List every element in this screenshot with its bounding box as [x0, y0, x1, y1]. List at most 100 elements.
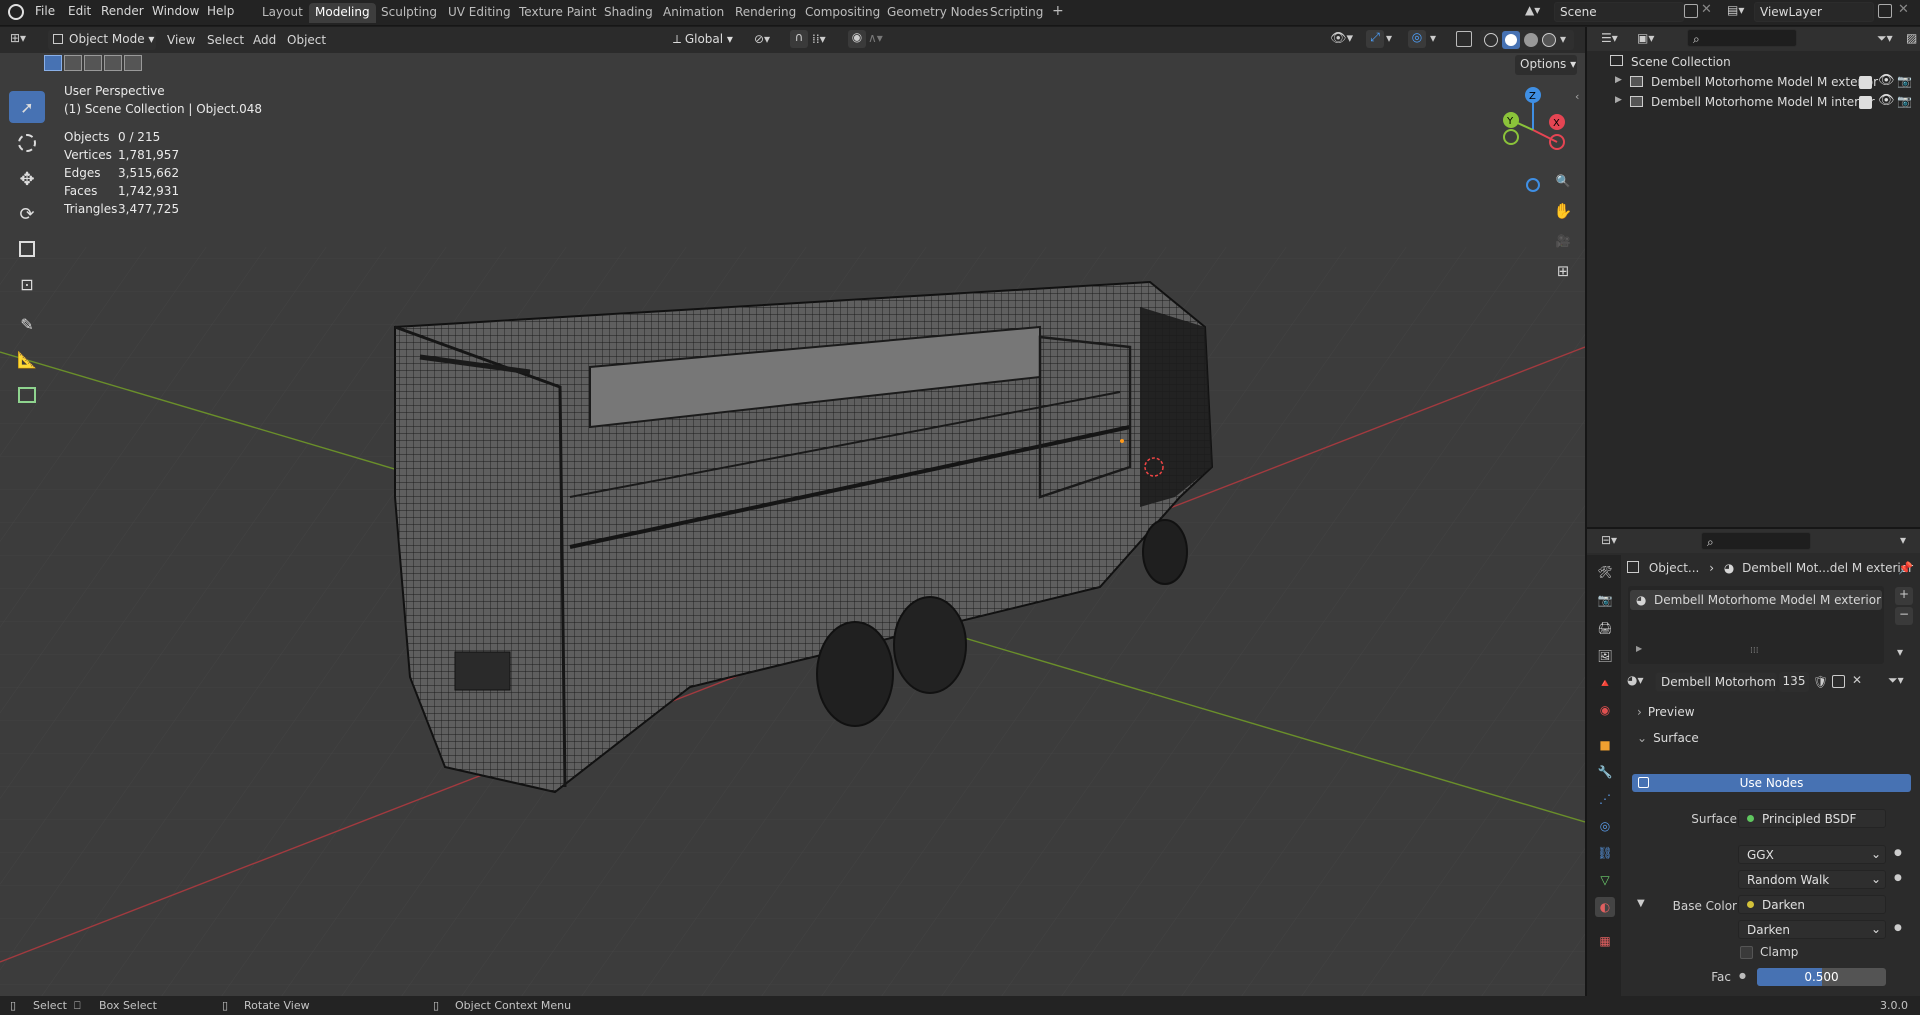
overlays-menu-icon[interactable]: ▾: [1430, 31, 1436, 45]
exclude-checkbox[interactable]: [1859, 76, 1872, 89]
menu-file[interactable]: File: [35, 4, 55, 18]
eye-icon[interactable]: 👁: [1878, 93, 1895, 108]
properties-editor-icon[interactable]: ⊟▾: [1601, 533, 1617, 547]
list-expand-icon[interactable]: ▶: [1636, 644, 1642, 653]
move-tool[interactable]: ✥: [9, 163, 45, 195]
new-view-layer-icon[interactable]: [1878, 4, 1892, 18]
clamp-checkbox[interactable]: [1740, 946, 1753, 959]
tab-render[interactable]: 📷: [1595, 590, 1615, 610]
tab-scripting[interactable]: Scripting: [984, 3, 1049, 23]
outliner-editor-icon[interactable]: ☰▾: [1601, 31, 1618, 45]
render-camera-icon[interactable]: 📷: [1897, 94, 1912, 108]
pin-icon[interactable]: 📌: [1898, 561, 1913, 575]
gizmo-menu-icon[interactable]: ▾: [1386, 31, 1392, 45]
tab-physics[interactable]: ◎: [1595, 816, 1615, 836]
fake-user-shield-icon[interactable]: 🛡: [1813, 675, 1828, 689]
add-cube-tool[interactable]: [9, 379, 45, 411]
tab-animation[interactable]: Animation: [657, 3, 730, 23]
render-camera-icon[interactable]: 📷: [1897, 74, 1912, 88]
scene-icon[interactable]: ▲▾: [1525, 3, 1547, 23]
options-dropdown[interactable]: Options ▾: [1515, 55, 1577, 75]
wireframe-shading-icon[interactable]: [1484, 33, 1498, 47]
surface-shader-field[interactable]: Principled BSDF: [1738, 809, 1886, 828]
scene-name-field[interactable]: Scene: [1554, 2, 1684, 22]
menu-window[interactable]: Window: [152, 4, 199, 18]
expand-arrow-icon[interactable]: ▶: [1615, 75, 1622, 85]
tab-shading[interactable]: Shading: [598, 3, 659, 23]
slot-specials-icon[interactable]: ▾: [1897, 645, 1903, 659]
rotate-tool[interactable]: ⟳: [9, 198, 45, 230]
tab-geometry-nodes[interactable]: Geometry Nodes: [881, 3, 994, 23]
properties-options-icon[interactable]: ▾: [1900, 533, 1906, 547]
cursor-tool[interactable]: [9, 127, 45, 159]
rendered-shading-icon[interactable]: [1542, 33, 1556, 47]
view-layer-field[interactable]: ViewLayer: [1754, 2, 1874, 22]
outliner-item[interactable]: ▶ Dembell Motorhome Model M interior 👁 📷: [1587, 92, 1920, 112]
eye-icon[interactable]: 👁: [1878, 73, 1895, 88]
pivot-icon[interactable]: ⊘▾: [754, 32, 770, 46]
tab-texture[interactable]: ▦: [1595, 931, 1615, 951]
tab-data[interactable]: ▽: [1595, 870, 1615, 890]
blend-mode-dropdown[interactable]: Darken ⌄: [1738, 920, 1886, 939]
orientation-dropdown[interactable]: ⟂ Global ▾: [668, 30, 746, 50]
preview-panel-header[interactable]: › Preview: [1627, 701, 1917, 725]
view-layer-icon[interactable]: ▤▾: [1727, 3, 1749, 23]
select-new-icon[interactable]: [44, 55, 62, 71]
fac-slider[interactable]: 0.500: [1757, 968, 1886, 986]
subsurface-method-dropdown[interactable]: Random Walk ⌄: [1738, 870, 1886, 889]
shading-menu-icon[interactable]: ▾: [1560, 32, 1566, 46]
tab-object[interactable]: ■: [1595, 735, 1615, 755]
snap-target-icon[interactable]: ⁞⁞▾: [812, 32, 826, 46]
gizmo-toggle-icon[interactable]: ⤢: [1366, 30, 1384, 48]
material-slot[interactable]: ◕ Dembell Motorhome Model M exterior: [1630, 590, 1882, 610]
unlink-material-icon[interactable]: ✕: [1852, 673, 1862, 687]
editor-type-icon[interactable]: ⊞▾: [10, 31, 40, 49]
resize-handle-icon[interactable]: ⁞⁞⁞: [1750, 646, 1759, 656]
menu-add[interactable]: Add: [253, 33, 276, 47]
solid-shading-button[interactable]: [1502, 31, 1520, 49]
select-box-tool[interactable]: ➚: [9, 91, 45, 123]
blender-logo-icon[interactable]: [8, 4, 24, 20]
new-collection-icon[interactable]: ▨: [1906, 31, 1917, 45]
user-count-button[interactable]: 135: [1779, 672, 1809, 692]
tab-material[interactable]: ◐: [1595, 897, 1615, 917]
tab-modifiers[interactable]: 🔧: [1595, 762, 1615, 782]
3d-viewport[interactable]: ⊞▾ Object Mode ▾ View Select Add Object …: [0, 27, 1585, 996]
add-workspace-button[interactable]: +: [1046, 1, 1070, 21]
measure-tool[interactable]: 📐: [9, 343, 45, 375]
tab-output[interactable]: 🖨: [1595, 618, 1615, 638]
outliner-item[interactable]: ▶ Dembell Motorhome Model M exterior 👁 📷: [1587, 72, 1920, 92]
duplicate-material-icon[interactable]: [1832, 675, 1845, 688]
expand-arrow-icon[interactable]: ▶: [1615, 95, 1622, 105]
tab-compositing[interactable]: Compositing: [799, 3, 886, 23]
tab-particles[interactable]: ⋰: [1595, 789, 1615, 809]
material-shading-icon[interactable]: [1524, 33, 1538, 47]
socket-dot-icon[interactable]: ●: [1894, 848, 1902, 858]
tab-tool[interactable]: 🛠: [1595, 562, 1615, 582]
display-mode-icon[interactable]: ▣▾: [1637, 31, 1654, 45]
distribution-dropdown[interactable]: GGX ⌄: [1738, 845, 1886, 864]
outliner-scene-collection[interactable]: Scene Collection: [1587, 52, 1920, 72]
remove-scene-icon[interactable]: ✕: [1701, 2, 1712, 17]
tab-world[interactable]: ◉: [1595, 700, 1615, 720]
annotate-tool[interactable]: ✎: [9, 308, 45, 340]
socket-dot-icon[interactable]: ●: [1894, 873, 1902, 883]
snap-toggle-icon[interactable]: ∩: [790, 30, 808, 48]
perspective-toggle-button[interactable]: ⊞: [1550, 258, 1576, 284]
falloff-icon[interactable]: ∧▾: [868, 31, 883, 45]
mode-dropdown[interactable]: Object Mode ▾: [48, 30, 156, 50]
tab-scene[interactable]: 🔺: [1595, 673, 1615, 693]
transform-tool[interactable]: ⊡: [9, 268, 45, 300]
select-extend-icon[interactable]: [64, 55, 82, 71]
menu-edit[interactable]: Edit: [68, 4, 91, 18]
tab-uv-editing[interactable]: UV Editing: [442, 3, 517, 23]
exclude-checkbox[interactable]: [1859, 96, 1872, 109]
pan-view-button[interactable]: ✋: [1550, 198, 1576, 224]
overlays-toggle-icon[interactable]: ◎: [1408, 30, 1426, 48]
filter-icon[interactable]: ⏷▾: [1877, 31, 1893, 46]
remove-view-layer-icon[interactable]: ✕: [1898, 2, 1909, 17]
menu-object[interactable]: Object: [287, 33, 326, 47]
menu-render[interactable]: Render: [101, 4, 144, 18]
base-color-input-field[interactable]: Darken: [1738, 895, 1886, 914]
clamp-checkbox-row[interactable]: Clamp: [1738, 944, 1888, 960]
